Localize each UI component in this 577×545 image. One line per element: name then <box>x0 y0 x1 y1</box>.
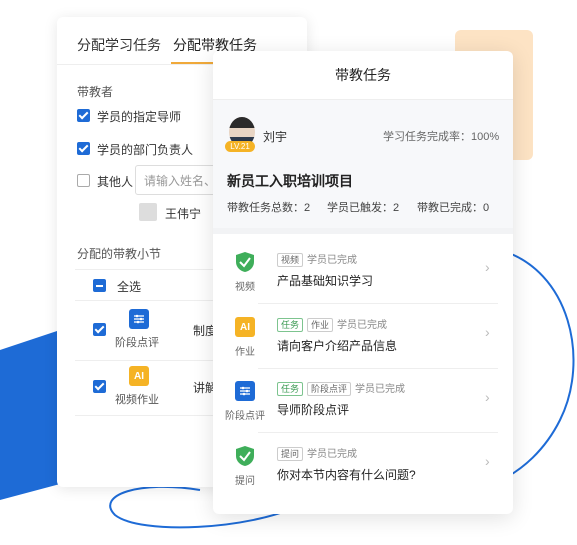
option-others-checkbox[interactable] <box>77 174 90 187</box>
item-icon-label: 阶段点评 <box>225 411 265 422</box>
ai-glyph: AI <box>134 370 144 382</box>
sections-label: 分配的带教小节 <box>77 247 162 261</box>
item-tags: 视频 学员已完成 <box>277 251 357 267</box>
select-all-checkbox[interactable] <box>93 279 106 292</box>
selected-person-name: 王伟宁 <box>165 207 202 221</box>
item-title: 产品基础知识学习 <box>277 274 374 288</box>
item-title: 请向客户介绍产品信息 <box>277 339 398 353</box>
mentor-section-label: 带教者 <box>77 85 114 99</box>
tag: 阶段点评 <box>307 382 352 396</box>
user-name: 刘宇 <box>263 130 288 144</box>
select-all-label: 全选 <box>117 280 142 294</box>
tag: 提问 <box>277 447 304 461</box>
item-status: 学员已完成 <box>337 320 388 331</box>
tab-assign-learning[interactable]: 分配学习任务 <box>77 35 161 55</box>
chevron-right-icon: › <box>485 453 490 469</box>
chevron-right-icon: › <box>485 389 490 405</box>
project-title: 新员工入职培训项目 <box>227 173 353 189</box>
option-dept-head-label: 学员的部门负责人 <box>97 143 194 157</box>
item-tags: 任务 阶段点评 学员已完成 <box>277 380 405 396</box>
ai-icon: AI <box>129 366 149 386</box>
ai-glyph: AI <box>240 321 250 333</box>
tag: 视频 <box>277 253 304 267</box>
option-dept-head-checkbox[interactable] <box>77 142 90 155</box>
task-item[interactable]: 提问 提问 学员已完成 你对本节内容有什么问题? › <box>213 433 513 497</box>
option-designated-mentor-checkbox[interactable] <box>77 109 90 122</box>
item-icon-label: 提问 <box>235 476 255 487</box>
level-badge: LV.21 <box>225 141 255 152</box>
item-tags: 提问 学员已完成 <box>277 445 357 461</box>
mentoring-task-card: 带教任务 LV.21 刘宇 学习任务完成率：100% 新员工入职培训项目 带教任… <box>213 51 513 514</box>
stat-completed: 带教已完成：0 <box>417 202 490 214</box>
task-item[interactable]: 阶段点评 任务 阶段点评 学员已完成 导师阶段点评 › <box>213 369 513 433</box>
item-title: 你对本节内容有什么问题? <box>277 468 416 482</box>
item-tags: 任务 作业 学员已完成 <box>277 316 387 332</box>
section-row-checkbox[interactable] <box>93 323 106 336</box>
option-others-label: 其他人 <box>97 175 134 189</box>
task-item[interactable]: 视频 视频 学员已完成 产品基础知识学习 › <box>213 239 513 303</box>
stat-total: 带教任务总数：2 <box>227 202 311 214</box>
item-status: 学员已完成 <box>307 255 358 266</box>
chevron-right-icon: › <box>485 259 490 275</box>
tag: 任务 <box>277 318 304 332</box>
chevron-right-icon: › <box>485 324 490 340</box>
shield-check-icon <box>235 445 255 472</box>
item-title: 导师阶段点评 <box>277 403 350 417</box>
person-avatar <box>139 203 157 221</box>
completion-rate: 学习任务完成率：100% <box>383 131 500 143</box>
card-title: 带教任务 <box>213 51 513 100</box>
shield-check-icon <box>235 251 255 278</box>
item-status: 学员已完成 <box>355 384 406 395</box>
stat-triggered: 学员已触发：2 <box>327 202 400 214</box>
sliders-icon <box>129 309 149 329</box>
section-separator <box>213 228 513 234</box>
task-item[interactable]: AI 作业 任务 作业 学员已完成 请向客户介绍产品信息 › <box>213 304 513 368</box>
section-row-checkbox[interactable] <box>93 380 106 393</box>
row-icon-label: 阶段点评 <box>115 337 159 349</box>
sliders-icon <box>235 381 255 401</box>
row-icon-label: 视频作业 <box>115 394 159 406</box>
item-icon-label: 视频 <box>235 282 255 293</box>
item-status: 学员已完成 <box>307 449 358 460</box>
item-icon-label: 作业 <box>235 347 255 358</box>
ai-icon: AI <box>235 317 255 337</box>
tag: 作业 <box>307 318 334 332</box>
option-designated-mentor-label: 学员的指定导师 <box>97 110 182 124</box>
tag: 任务 <box>277 382 304 396</box>
